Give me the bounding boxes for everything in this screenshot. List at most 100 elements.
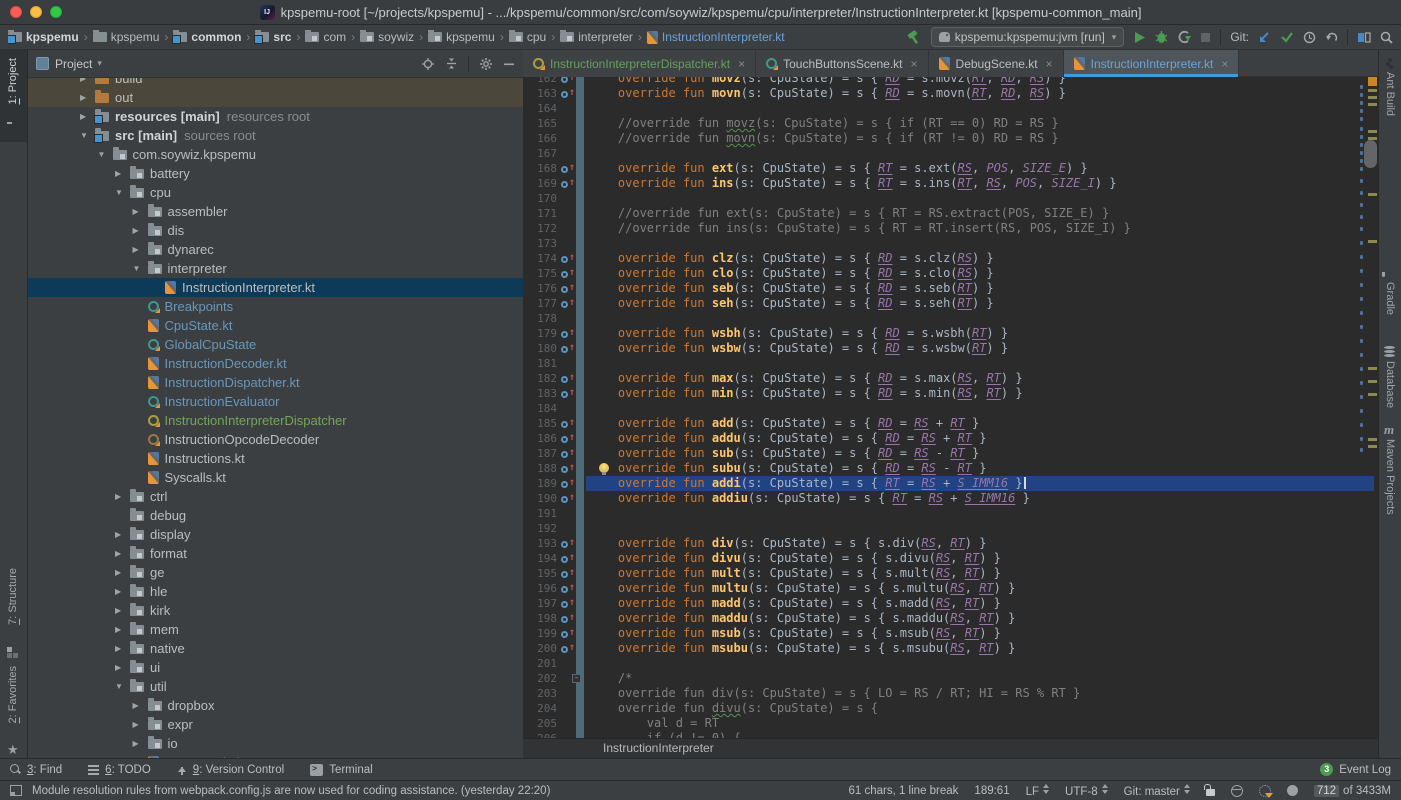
code-line[interactable]: 178 bbox=[523, 311, 1378, 326]
code-line[interactable]: 165 //override fun movz(s: CpuState) = s… bbox=[523, 116, 1378, 131]
line-separator-select[interactable]: LF bbox=[1026, 784, 1049, 798]
tool-button-version-control[interactable]: 9: Version Control bbox=[177, 764, 284, 776]
code-line[interactable]: 189↑ override fun addi(s: CpuState) = s … bbox=[523, 476, 1378, 491]
code-line[interactable]: 200↑ override fun msubu(s: CpuState) = s… bbox=[523, 641, 1378, 656]
tool-button-ant-build[interactable]: Ant Build bbox=[1384, 72, 1396, 116]
code-line[interactable]: 174↑ override fun clz(s: CpuState) = s {… bbox=[523, 251, 1378, 266]
code-line[interactable]: 163↑ override fun movn(s: CpuState) = s … bbox=[523, 86, 1378, 101]
override-method-gutter-icon[interactable]: ↑ bbox=[561, 478, 576, 490]
tree-item[interactable]: GlobalCpuState bbox=[28, 335, 523, 354]
tree-item[interactable]: ▶ui bbox=[28, 658, 523, 677]
tree-item[interactable]: ▶ctrl bbox=[28, 487, 523, 506]
status-message[interactable]: Module resolution rules from webpack.con… bbox=[32, 785, 550, 797]
code-line[interactable]: 175↑ override fun clo(s: CpuState) = s {… bbox=[523, 266, 1378, 281]
code-line[interactable]: 176↑ override fun seb(s: CpuState) = s {… bbox=[523, 281, 1378, 296]
override-method-gutter-icon[interactable]: ↑ bbox=[561, 553, 576, 565]
tree-expand-arrow-icon[interactable]: ▶ bbox=[115, 663, 130, 672]
readonly-lock-icon[interactable] bbox=[1206, 789, 1215, 796]
tree-item[interactable]: ▶format bbox=[28, 544, 523, 563]
code-line[interactable]: 198↑ override fun maddu(s: CpuState) = s… bbox=[523, 611, 1378, 626]
tree-expand-arrow-icon[interactable]: ▶ bbox=[133, 739, 148, 748]
code-line[interactable]: 185↑ override fun add(s: CpuState) = s {… bbox=[523, 416, 1378, 431]
locate-file-icon[interactable] bbox=[421, 57, 435, 71]
error-stripe-scrollbar[interactable] bbox=[1356, 77, 1378, 738]
tree-item[interactable]: ▶expr bbox=[28, 715, 523, 734]
run-with-coverage-button[interactable] bbox=[1177, 30, 1191, 44]
code-line[interactable]: 162↑ override fun movz(s: CpuState) = s … bbox=[523, 77, 1378, 86]
tree-item[interactable]: ▶dis bbox=[28, 221, 523, 240]
run-button[interactable] bbox=[1133, 31, 1146, 44]
code-line[interactable]: 172 //override fun ins(s: CpuState) = s … bbox=[523, 221, 1378, 236]
tree-item[interactable]: ▶resources [main]resources root bbox=[28, 107, 523, 126]
tree-expand-arrow-icon[interactable]: ▶ bbox=[115, 169, 130, 178]
code-line[interactable]: 171 //override fun ext(s: CpuState) = s … bbox=[523, 206, 1378, 221]
debug-button[interactable] bbox=[1155, 30, 1168, 44]
breadcrumb-item[interactable]: cpu bbox=[509, 30, 546, 44]
breadcrumb-item[interactable]: kpspemu bbox=[93, 30, 160, 44]
code-line[interactable]: 183↑ override fun min(s: CpuState) = s {… bbox=[523, 386, 1378, 401]
scrollbar-thumb[interactable] bbox=[1364, 140, 1377, 168]
override-method-gutter-icon[interactable]: ↑ bbox=[561, 433, 576, 445]
tool-button-project[interactable]: 1: Project bbox=[7, 58, 19, 104]
close-window-button[interactable] bbox=[10, 6, 22, 18]
code-line[interactable]: 190↑ override fun addiu(s: CpuState) = s… bbox=[523, 491, 1378, 506]
code-line[interactable]: 168↑ override fun ext(s: CpuState) = s {… bbox=[523, 161, 1378, 176]
tree-item[interactable]: ▼util bbox=[28, 677, 523, 696]
code-line[interactable]: 166 //override fun movn(s: CpuState) = s… bbox=[523, 131, 1378, 146]
tree-item[interactable]: InstructionInterpreterDispatcher bbox=[28, 411, 523, 430]
minimize-window-button[interactable] bbox=[30, 6, 42, 18]
editor-tab[interactable]: DebugScene.kt× bbox=[929, 50, 1064, 77]
tree-item[interactable]: ▶assembler bbox=[28, 202, 523, 221]
override-method-gutter-icon[interactable]: ↑ bbox=[561, 388, 576, 400]
code-line[interactable]: 203 override fun div(s: CpuState) = s { … bbox=[523, 686, 1378, 701]
tree-item[interactable]: ▶ge bbox=[28, 563, 523, 582]
tree-expand-arrow-icon[interactable]: ▶ bbox=[115, 568, 130, 577]
override-method-gutter-icon[interactable]: ↑ bbox=[561, 373, 576, 385]
tree-item[interactable]: ▶dynarec bbox=[28, 240, 523, 259]
tree-item[interactable]: InstructionOpcodeDecoder bbox=[28, 430, 523, 449]
tab-close-icon[interactable]: × bbox=[1046, 57, 1053, 71]
tool-window-layout-icon[interactable] bbox=[1357, 31, 1371, 44]
breadcrumb-item[interactable]: kpspemu bbox=[428, 30, 495, 44]
chevron-down-icon[interactable]: ▾ bbox=[97, 58, 102, 69]
tree-expand-arrow-icon[interactable]: ▶ bbox=[115, 587, 130, 596]
code-line[interactable]: 182↑ override fun max(s: CpuState) = s {… bbox=[523, 371, 1378, 386]
encoding-select[interactable]: UTF-8 bbox=[1065, 784, 1108, 798]
code-line[interactable]: 169↑ override fun ins(s: CpuState) = s {… bbox=[523, 176, 1378, 191]
code-line[interactable]: 201 bbox=[523, 656, 1378, 671]
code-line[interactable]: 179↑ override fun wsbh(s: CpuState) = s … bbox=[523, 326, 1378, 341]
code-line[interactable]: 194↑ override fun divu(s: CpuState) = s … bbox=[523, 551, 1378, 566]
tool-button-structure[interactable]: 7: Structure bbox=[7, 568, 19, 625]
override-method-gutter-icon[interactable]: ↑ bbox=[561, 613, 576, 625]
editor-breadcrumb[interactable]: InstructionInterpreter bbox=[523, 738, 1378, 758]
override-method-gutter-icon[interactable]: ↑ bbox=[561, 178, 576, 190]
tree-item[interactable]: Breakpoints bbox=[28, 297, 523, 316]
code-line[interactable]: 164 bbox=[523, 101, 1378, 116]
tree-item[interactable]: ▶battery bbox=[28, 164, 523, 183]
breadcrumb-item[interactable]: src bbox=[255, 30, 291, 44]
tree-item[interactable]: ▶dropbox bbox=[28, 696, 523, 715]
override-method-gutter-icon[interactable]: ↑ bbox=[561, 163, 576, 175]
tree-item[interactable]: ▼src [main]sources root bbox=[28, 126, 523, 145]
tree-collapse-arrow-icon[interactable]: ▼ bbox=[80, 131, 95, 140]
tab-close-icon[interactable]: × bbox=[911, 57, 918, 71]
override-method-gutter-icon[interactable]: ↑ bbox=[561, 598, 576, 610]
gradle-sync-icon[interactable] bbox=[1259, 785, 1271, 797]
tree-expand-arrow-icon[interactable]: ▶ bbox=[133, 245, 148, 254]
search-everywhere-icon[interactable] bbox=[1380, 31, 1393, 44]
breadcrumb-item[interactable]: com bbox=[305, 30, 346, 44]
tree-expand-arrow-icon[interactable]: ▶ bbox=[115, 492, 130, 501]
breadcrumb-item[interactable]: soywiz bbox=[360, 30, 414, 44]
code-line[interactable]: 204 override fun divu(s: CpuState) = s { bbox=[523, 701, 1378, 716]
project-panel-title[interactable]: Project bbox=[55, 57, 92, 71]
inspection-profile-icon[interactable] bbox=[1231, 785, 1243, 797]
tree-item[interactable]: ▼interpreter bbox=[28, 259, 523, 278]
tree-item[interactable]: ▶mem bbox=[28, 620, 523, 639]
code-line[interactable]: 191 bbox=[523, 506, 1378, 521]
tree-item[interactable]: InstructionEvaluator bbox=[28, 392, 523, 411]
override-method-gutter-icon[interactable]: ↑ bbox=[561, 298, 576, 310]
code-line[interactable]: 202- /* bbox=[523, 671, 1378, 686]
code-line[interactable]: 197↑ override fun madd(s: CpuState) = s … bbox=[523, 596, 1378, 611]
code-line[interactable]: 173 bbox=[523, 236, 1378, 251]
code-line[interactable]: 170 bbox=[523, 191, 1378, 206]
